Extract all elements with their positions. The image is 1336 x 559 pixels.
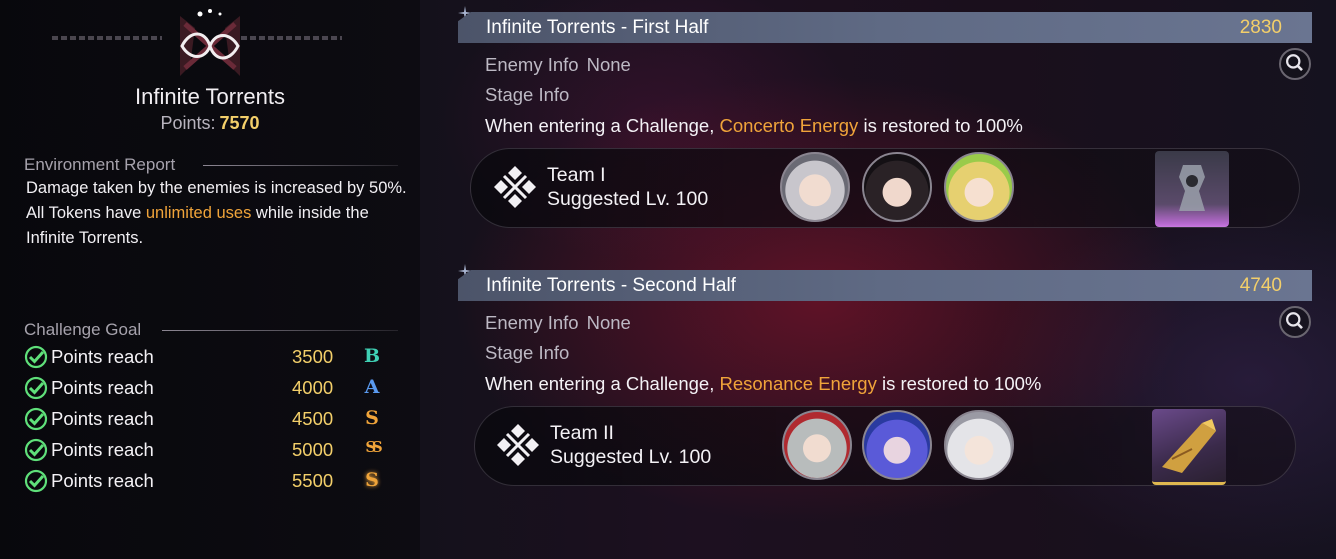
goal-row: Points reach 4500 S <box>24 405 394 433</box>
search-icon[interactable] <box>1279 306 1311 338</box>
enemy-info: Enemy Info None <box>485 54 631 76</box>
team-name: Team I <box>547 164 606 186</box>
character-avatar[interactable] <box>944 410 1014 480</box>
rank-sss-icon: S <box>365 469 379 491</box>
desc-pre: When entering a Challenge, <box>485 373 720 394</box>
character-avatar[interactable] <box>862 410 932 480</box>
rank-b-icon: B <box>363 345 381 367</box>
desc-post: is restored to 100% <box>858 115 1023 136</box>
desc-highlight: Concerto Energy <box>719 115 859 136</box>
goal-row: Points reach 5500 S <box>24 467 394 495</box>
goal-value: 4000 <box>292 377 334 398</box>
section-divider <box>203 165 398 166</box>
emblem-deco-left <box>52 36 162 40</box>
goal-row: Points reach 4000 A <box>24 374 394 402</box>
stage-title: Infinite Torrents - Second Half <box>486 275 736 296</box>
suggested-level: Suggested Lv. 100 <box>547 188 709 210</box>
check-circle-icon <box>24 438 48 462</box>
stage-description: When entering a Challenge, Resonance Ene… <box>485 373 1041 395</box>
search-icon[interactable] <box>1279 48 1311 80</box>
stage-points: 4740 <box>1239 275 1282 296</box>
section-divider <box>162 330 398 331</box>
rank-ss-icon: SS <box>365 438 382 456</box>
desc-pre: When entering a Challenge, <box>485 115 720 136</box>
env-line-2-highlight: unlimited uses <box>145 204 252 222</box>
env-line-2-pre: All Tokens have <box>26 204 146 222</box>
challenge-goal-heading: Challenge Goal <box>24 320 142 339</box>
character-avatar[interactable] <box>944 152 1014 222</box>
points-label: Points: <box>160 113 216 133</box>
stage-info-label: Stage Info <box>485 342 570 363</box>
team-emblem-icon <box>494 166 536 208</box>
goal-label: Points reach <box>51 408 154 429</box>
suggested-level: Suggested Lv. 100 <box>550 446 712 468</box>
check-circle-icon <box>24 345 48 369</box>
goal-row: Points reach 5000 SS <box>24 436 394 464</box>
env-line-1: Damage taken by the enemies is increased… <box>26 179 407 197</box>
check-circle-icon <box>24 469 48 493</box>
echo-item-icon[interactable] <box>1152 409 1226 485</box>
env-line-2: All Tokens have unlimited uses while ins… <box>26 201 411 251</box>
character-avatar[interactable] <box>780 152 850 222</box>
stage-title: Infinite Torrents - First Half <box>486 17 709 38</box>
goal-label: Points reach <box>51 377 154 398</box>
rank-a-icon: A <box>364 376 380 398</box>
team-emblem-icon <box>497 424 539 466</box>
enemy-info: Enemy Info None <box>485 312 631 334</box>
goal-value: 5500 <box>292 470 334 491</box>
rank-s-icon: S <box>365 407 379 429</box>
character-avatar[interactable] <box>862 152 932 222</box>
environment-report-heading: Environment Report <box>24 155 176 174</box>
enemy-info-label: Enemy Info <box>485 54 579 75</box>
points-value: 7570 <box>219 113 260 133</box>
infinite-torrents-emblem-icon <box>180 9 240 76</box>
check-circle-icon <box>24 376 48 400</box>
enemy-info-value: None <box>586 312 631 333</box>
check-circle-icon <box>24 407 48 431</box>
enemy-info-label: Enemy Info <box>485 312 579 333</box>
environment-report-text: Damage taken by the enemies is increased… <box>26 176 411 251</box>
goal-value: 3500 <box>292 346 334 367</box>
stage-points: 2830 <box>1239 17 1282 38</box>
enemy-info-value: None <box>586 54 631 75</box>
goal-row: Points reach 3500 B <box>24 343 394 371</box>
mode-title: Infinite Torrents <box>134 84 285 109</box>
stage-info-label: Stage Info <box>485 84 570 105</box>
left-panel: Infinite Torrents Points: 7570 Environmen… <box>0 0 420 559</box>
team-name: Team II <box>550 422 614 444</box>
goal-label: Points reach <box>51 439 154 460</box>
total-points: Points: 7570 <box>0 113 420 134</box>
desc-highlight: Resonance Energy <box>719 373 877 394</box>
goal-label: Points reach <box>51 470 154 491</box>
character-avatar[interactable] <box>782 410 852 480</box>
desc-post: is restored to 100% <box>876 373 1042 394</box>
goal-label: Points reach <box>51 346 154 367</box>
goal-value: 5000 <box>292 439 334 460</box>
stage-description: When entering a Challenge, Concerto Ener… <box>485 115 1023 137</box>
goal-value: 4500 <box>292 408 334 429</box>
echo-item-icon[interactable] <box>1155 151 1229 227</box>
